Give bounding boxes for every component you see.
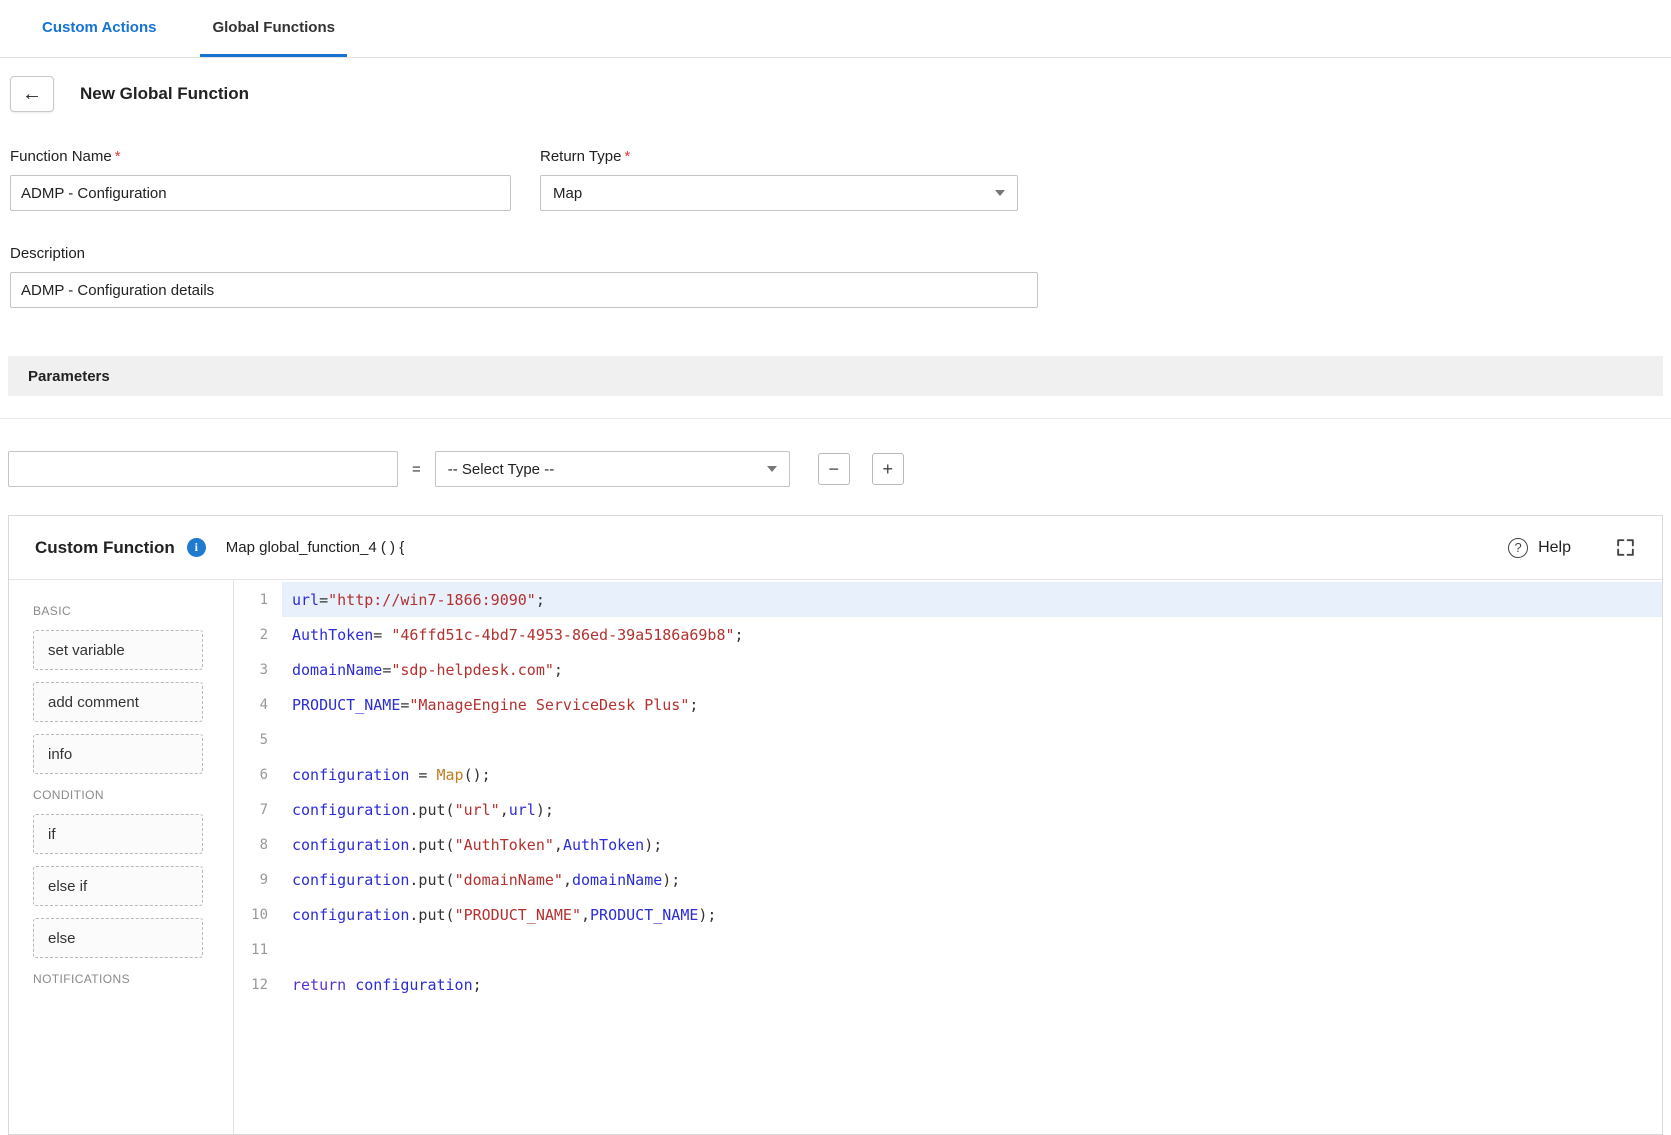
- page-header: ← New Global Function: [10, 76, 1671, 112]
- sidebar-section-title: BASIC: [33, 604, 233, 618]
- tab-global-functions[interactable]: Global Functions: [200, 19, 347, 57]
- function-name-label: Function Name*: [10, 148, 511, 165]
- code-line[interactable]: 10configuration.put("PRODUCT_NAME",PRODU…: [234, 897, 1662, 932]
- chevron-down-icon: [767, 466, 777, 472]
- line-number: 11: [234, 942, 282, 958]
- code-text: configuration.put("AuthToken",AuthToken)…: [282, 827, 1662, 862]
- arrow-left-icon: ←: [22, 83, 42, 106]
- parameter-name-input[interactable]: [8, 451, 398, 487]
- return-type-value: Map: [553, 185, 582, 202]
- code-line[interactable]: 5: [234, 722, 1662, 757]
- code-editor[interactable]: 1url="http://win7-1866:9090";2AuthToken=…: [234, 580, 1662, 1134]
- remove-parameter-button[interactable]: −: [818, 453, 850, 485]
- back-button[interactable]: ←: [10, 76, 54, 112]
- sidebar-section-title: NOTIFICATIONS: [33, 972, 233, 986]
- line-number: 5: [234, 732, 282, 748]
- snippet-set-variable[interactable]: set variable: [33, 630, 203, 670]
- return-type-select[interactable]: Map: [540, 175, 1018, 211]
- description-label: Description: [10, 245, 1671, 262]
- description-input[interactable]: [10, 272, 1038, 308]
- code-line[interactable]: 12return configuration;: [234, 967, 1662, 1002]
- parameters-section-header: Parameters: [8, 356, 1663, 396]
- code-text: configuration = Map();: [282, 757, 1662, 792]
- custom-function-panel: Custom Function i Map global_function_4 …: [8, 515, 1663, 1135]
- code-line[interactable]: 4PRODUCT_NAME="ManageEngine ServiceDesk …: [234, 687, 1662, 722]
- snippet-add-comment[interactable]: add comment: [33, 682, 203, 722]
- line-number: 8: [234, 837, 282, 853]
- tab-bar: Custom Actions Global Functions: [0, 0, 1671, 58]
- code-line[interactable]: 7configuration.put("url",url);: [234, 792, 1662, 827]
- editor-sidebar: BASIC set variable add comment info CONDITIO…: [9, 580, 234, 1134]
- parameter-type-placeholder: -- Select Type --: [448, 461, 554, 478]
- tab-custom-actions[interactable]: Custom Actions: [30, 19, 168, 57]
- code-text: return configuration;: [282, 967, 1662, 1002]
- code-line[interactable]: 8configuration.put("AuthToken",AuthToken…: [234, 827, 1662, 862]
- parameter-type-select[interactable]: -- Select Type --: [435, 451, 790, 487]
- info-icon[interactable]: i: [187, 538, 206, 557]
- custom-function-header: Custom Function i Map global_function_4 …: [9, 516, 1662, 580]
- fullscreen-button[interactable]: [1615, 537, 1636, 558]
- snippet-if[interactable]: if: [33, 814, 203, 854]
- editor-body: BASIC set variable add comment info CONDITIO…: [9, 580, 1662, 1134]
- line-number: 6: [234, 767, 282, 783]
- code-text: PRODUCT_NAME="ManageEngine ServiceDesk P…: [282, 687, 1662, 722]
- help-button[interactable]: ? Help: [1508, 538, 1571, 558]
- code-line[interactable]: 6configuration = Map();: [234, 757, 1662, 792]
- code-text: [282, 932, 1662, 967]
- code-line[interactable]: 1url="http://win7-1866:9090";: [234, 582, 1662, 617]
- line-number: 4: [234, 697, 282, 713]
- function-name-field-group: Function Name*: [10, 148, 511, 211]
- question-mark-icon: ?: [1508, 538, 1528, 558]
- return-type-field-group: Return Type* Map: [540, 148, 1018, 211]
- code-text: url="http://win7-1866:9090";: [282, 582, 1662, 617]
- line-number: 7: [234, 802, 282, 818]
- custom-function-title: Custom Function: [35, 538, 175, 558]
- return-type-label: Return Type*: [540, 148, 1018, 165]
- expand-icon: [1615, 537, 1636, 558]
- code-text: [282, 722, 1662, 757]
- page-title: New Global Function: [80, 84, 249, 104]
- add-parameter-button[interactable]: +: [872, 453, 904, 485]
- function-name-input[interactable]: [10, 175, 511, 211]
- parameter-row: = -- Select Type -- − +: [8, 451, 1671, 487]
- line-number: 9: [234, 872, 282, 888]
- snippet-else[interactable]: else: [33, 918, 203, 958]
- parameters-title: Parameters: [28, 368, 110, 385]
- help-label: Help: [1538, 539, 1571, 557]
- code-line[interactable]: 3domainName="sdp-helpdesk.com";: [234, 652, 1662, 687]
- code-text: AuthToken= "46ffd51c-4bd7-4953-86ed-39a5…: [282, 617, 1662, 652]
- sidebar-section-title: CONDITION: [33, 788, 233, 802]
- code-text: configuration.put("url",url);: [282, 792, 1662, 827]
- snippet-else-if[interactable]: else if: [33, 866, 203, 906]
- chevron-down-icon: [995, 190, 1005, 196]
- code-text: domainName="sdp-helpdesk.com";: [282, 652, 1662, 687]
- code-line[interactable]: 9configuration.put("domainName",domainNa…: [234, 862, 1662, 897]
- line-number: 12: [234, 977, 282, 993]
- line-number: 1: [234, 592, 282, 608]
- code-text: configuration.put("PRODUCT_NAME",PRODUCT…: [282, 897, 1662, 932]
- code-line[interactable]: 11: [234, 932, 1662, 967]
- function-signature: Map global_function_4 ( ) {: [226, 539, 404, 556]
- code-lines: 1url="http://win7-1866:9090";2AuthToken=…: [234, 582, 1662, 1002]
- function-form: Function Name* Return Type* Map Descript…: [0, 148, 1671, 308]
- line-number: 2: [234, 627, 282, 643]
- description-field-group: Description: [10, 245, 1671, 308]
- snippet-info[interactable]: info: [33, 734, 203, 774]
- equals-sign: =: [412, 461, 421, 478]
- code-line[interactable]: 2AuthToken= "46ffd51c-4bd7-4953-86ed-39a…: [234, 617, 1662, 652]
- required-asterisk: *: [115, 148, 121, 165]
- line-number: 10: [234, 907, 282, 923]
- divider: [0, 418, 1671, 419]
- line-number: 3: [234, 662, 282, 678]
- required-asterisk: *: [624, 148, 630, 165]
- code-text: configuration.put("domainName",domainNam…: [282, 862, 1662, 897]
